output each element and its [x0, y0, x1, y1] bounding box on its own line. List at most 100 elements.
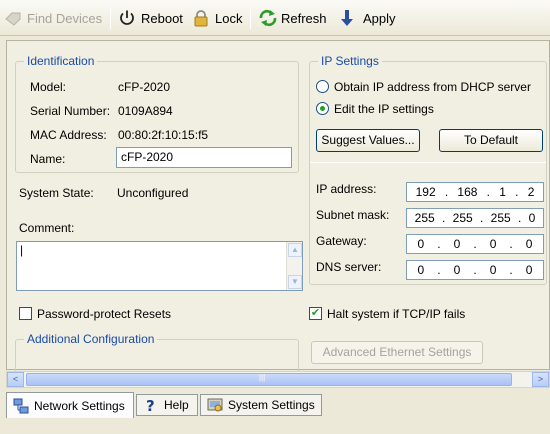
scroll-left-icon[interactable]: <: [7, 372, 24, 387]
system-icon: [207, 397, 223, 413]
tab-system-settings[interactable]: System Settings: [200, 394, 322, 416]
ip-dot: .: [473, 237, 477, 251]
mac-address-label: MAC Address:: [30, 128, 107, 142]
tab-network-settings[interactable]: Network Settings: [6, 392, 134, 418]
tab-help[interactable]: ? Help: [136, 394, 198, 416]
refresh-label: Refresh: [281, 10, 327, 26]
gateway-field[interactable]: 0. 0. 0. 0: [406, 234, 544, 254]
apply-button[interactable]: Apply: [340, 6, 396, 30]
ip-address-label: IP address:: [316, 182, 377, 196]
comment-label: Comment:: [19, 221, 75, 235]
identification-title: Identification: [24, 54, 98, 68]
ip-dot: .: [437, 263, 441, 277]
suggest-values-button[interactable]: Suggest Values...: [316, 129, 420, 152]
model-label: Model:: [30, 80, 67, 94]
dns-octet: 0: [525, 263, 533, 277]
scrollbar-thumb[interactable]: |||: [26, 373, 512, 386]
apply-label: Apply: [363, 10, 396, 26]
find-devices-button[interactable]: Find Devices: [4, 6, 102, 30]
gateway-octet: 0: [453, 237, 461, 251]
ip-dot: .: [444, 185, 449, 199]
scroll-down-icon[interactable]: ▼: [288, 275, 302, 289]
subnet-mask-label: Subnet mask:: [316, 208, 390, 222]
ip-octet: 2: [527, 185, 535, 199]
subnet-octet: 255: [452, 211, 473, 225]
ip-dot: .: [480, 211, 484, 225]
system-state-label: System State:: [19, 186, 94, 200]
mac-address-value: 00:80:2f:10:15:f5: [118, 128, 209, 142]
gateway-octet: 0: [417, 237, 425, 251]
tab-label: System Settings: [228, 398, 315, 412]
gateway-octet: 0: [525, 237, 533, 251]
ip-dot: .: [473, 263, 477, 277]
advanced-ethernet-settings-button[interactable]: Advanced Ethernet Settings: [311, 341, 483, 364]
scroll-up-icon[interactable]: ▲: [288, 243, 302, 257]
scroll-right-icon[interactable]: >: [532, 372, 549, 387]
dns-octet: 0: [453, 263, 461, 277]
reboot-icon: [118, 9, 136, 27]
additional-configuration-title: Additional Configuration: [24, 332, 158, 346]
ip-dot: .: [486, 185, 491, 199]
name-field[interactable]: cFP-2020: [116, 147, 292, 168]
ip-dot: .: [437, 237, 441, 251]
toolbar: Find Devices Reboot Lock Refresh Apply: [0, 0, 550, 36]
password-protect-checkbox[interactable]: [19, 307, 32, 320]
dns-octet: 0: [489, 263, 497, 277]
edit-ip-radio[interactable]: [316, 102, 329, 115]
comment-scrollbar[interactable]: ▲ ▼: [286, 242, 302, 290]
scrollbar-grip: |||: [259, 373, 266, 382]
comment-text: |: [20, 243, 24, 257]
help-icon: ?: [143, 397, 159, 415]
model-value: cFP-2020: [118, 80, 171, 94]
subnet-octet: 0: [528, 211, 536, 225]
reboot-label: Reboot: [141, 10, 183, 26]
dns-octet: 0: [417, 263, 425, 277]
comment-textarea[interactable]: | ▲ ▼: [16, 241, 303, 291]
dhcp-radio[interactable]: [316, 80, 329, 93]
ip-octet: 192: [415, 185, 436, 199]
password-protect-label: Password-protect Resets: [37, 307, 172, 321]
name-label: Name:: [30, 152, 66, 166]
edit-ip-option-label: Edit the IP settings: [334, 102, 434, 116]
subnet-octet: 255: [490, 211, 511, 225]
ip-dot: .: [509, 263, 513, 277]
toolbar-separator: [250, 7, 251, 29]
reboot-button[interactable]: Reboot: [118, 6, 183, 30]
identification-group: Identification Model: cFP-2020 Serial Nu…: [15, 54, 299, 173]
gateway-octet: 0: [489, 237, 497, 251]
refresh-icon: [258, 9, 277, 27]
tab-label: Network Settings: [34, 398, 125, 413]
ip-dot: .: [509, 237, 513, 251]
ip-dot: .: [518, 211, 522, 225]
lock-label: Lock: [215, 10, 243, 26]
svg-text:?: ?: [146, 397, 155, 413]
ip-divider: [310, 162, 546, 163]
settings-panel: Identification Model: cFP-2020 Serial Nu…: [6, 40, 550, 379]
ip-octet: 168: [457, 185, 478, 199]
apply-icon: [340, 9, 358, 27]
tab-label: Help: [164, 398, 189, 412]
halt-system-checkbox[interactable]: ✔: [309, 307, 322, 320]
serial-number-value: 0109A894: [118, 104, 173, 118]
subnet-mask-field[interactable]: 255. 255. 255. 0: [406, 208, 544, 228]
serial-number-label: Serial Number:: [30, 104, 111, 118]
dns-server-field[interactable]: 0. 0. 0. 0: [406, 260, 544, 280]
horizontal-scrollbar[interactable]: < ||| >: [6, 371, 550, 388]
ip-address-field[interactable]: 192. 168. 1. 2: [406, 182, 544, 202]
dhcp-option-label: Obtain IP address from DHCP server: [334, 80, 531, 94]
network-icon: [13, 398, 29, 414]
halt-system-label: Halt system if TCP/IP fails: [327, 307, 466, 321]
ip-dot: .: [442, 211, 446, 225]
lock-button[interactable]: Lock: [192, 6, 242, 30]
lock-icon: [192, 9, 210, 27]
subnet-octet: 255: [414, 211, 435, 225]
ip-settings-title: IP Settings: [318, 54, 382, 68]
ip-settings-group: IP Settings Obtain IP address from DHCP …: [309, 54, 547, 285]
dns-server-label: DNS server:: [316, 260, 382, 274]
to-default-button[interactable]: To Default: [439, 129, 543, 152]
toolbar-separator: [110, 7, 111, 29]
refresh-button[interactable]: Refresh: [258, 6, 327, 30]
ip-dot: .: [515, 185, 519, 199]
gateway-label: Gateway:: [316, 234, 367, 248]
ip-octet: 1: [499, 185, 506, 199]
